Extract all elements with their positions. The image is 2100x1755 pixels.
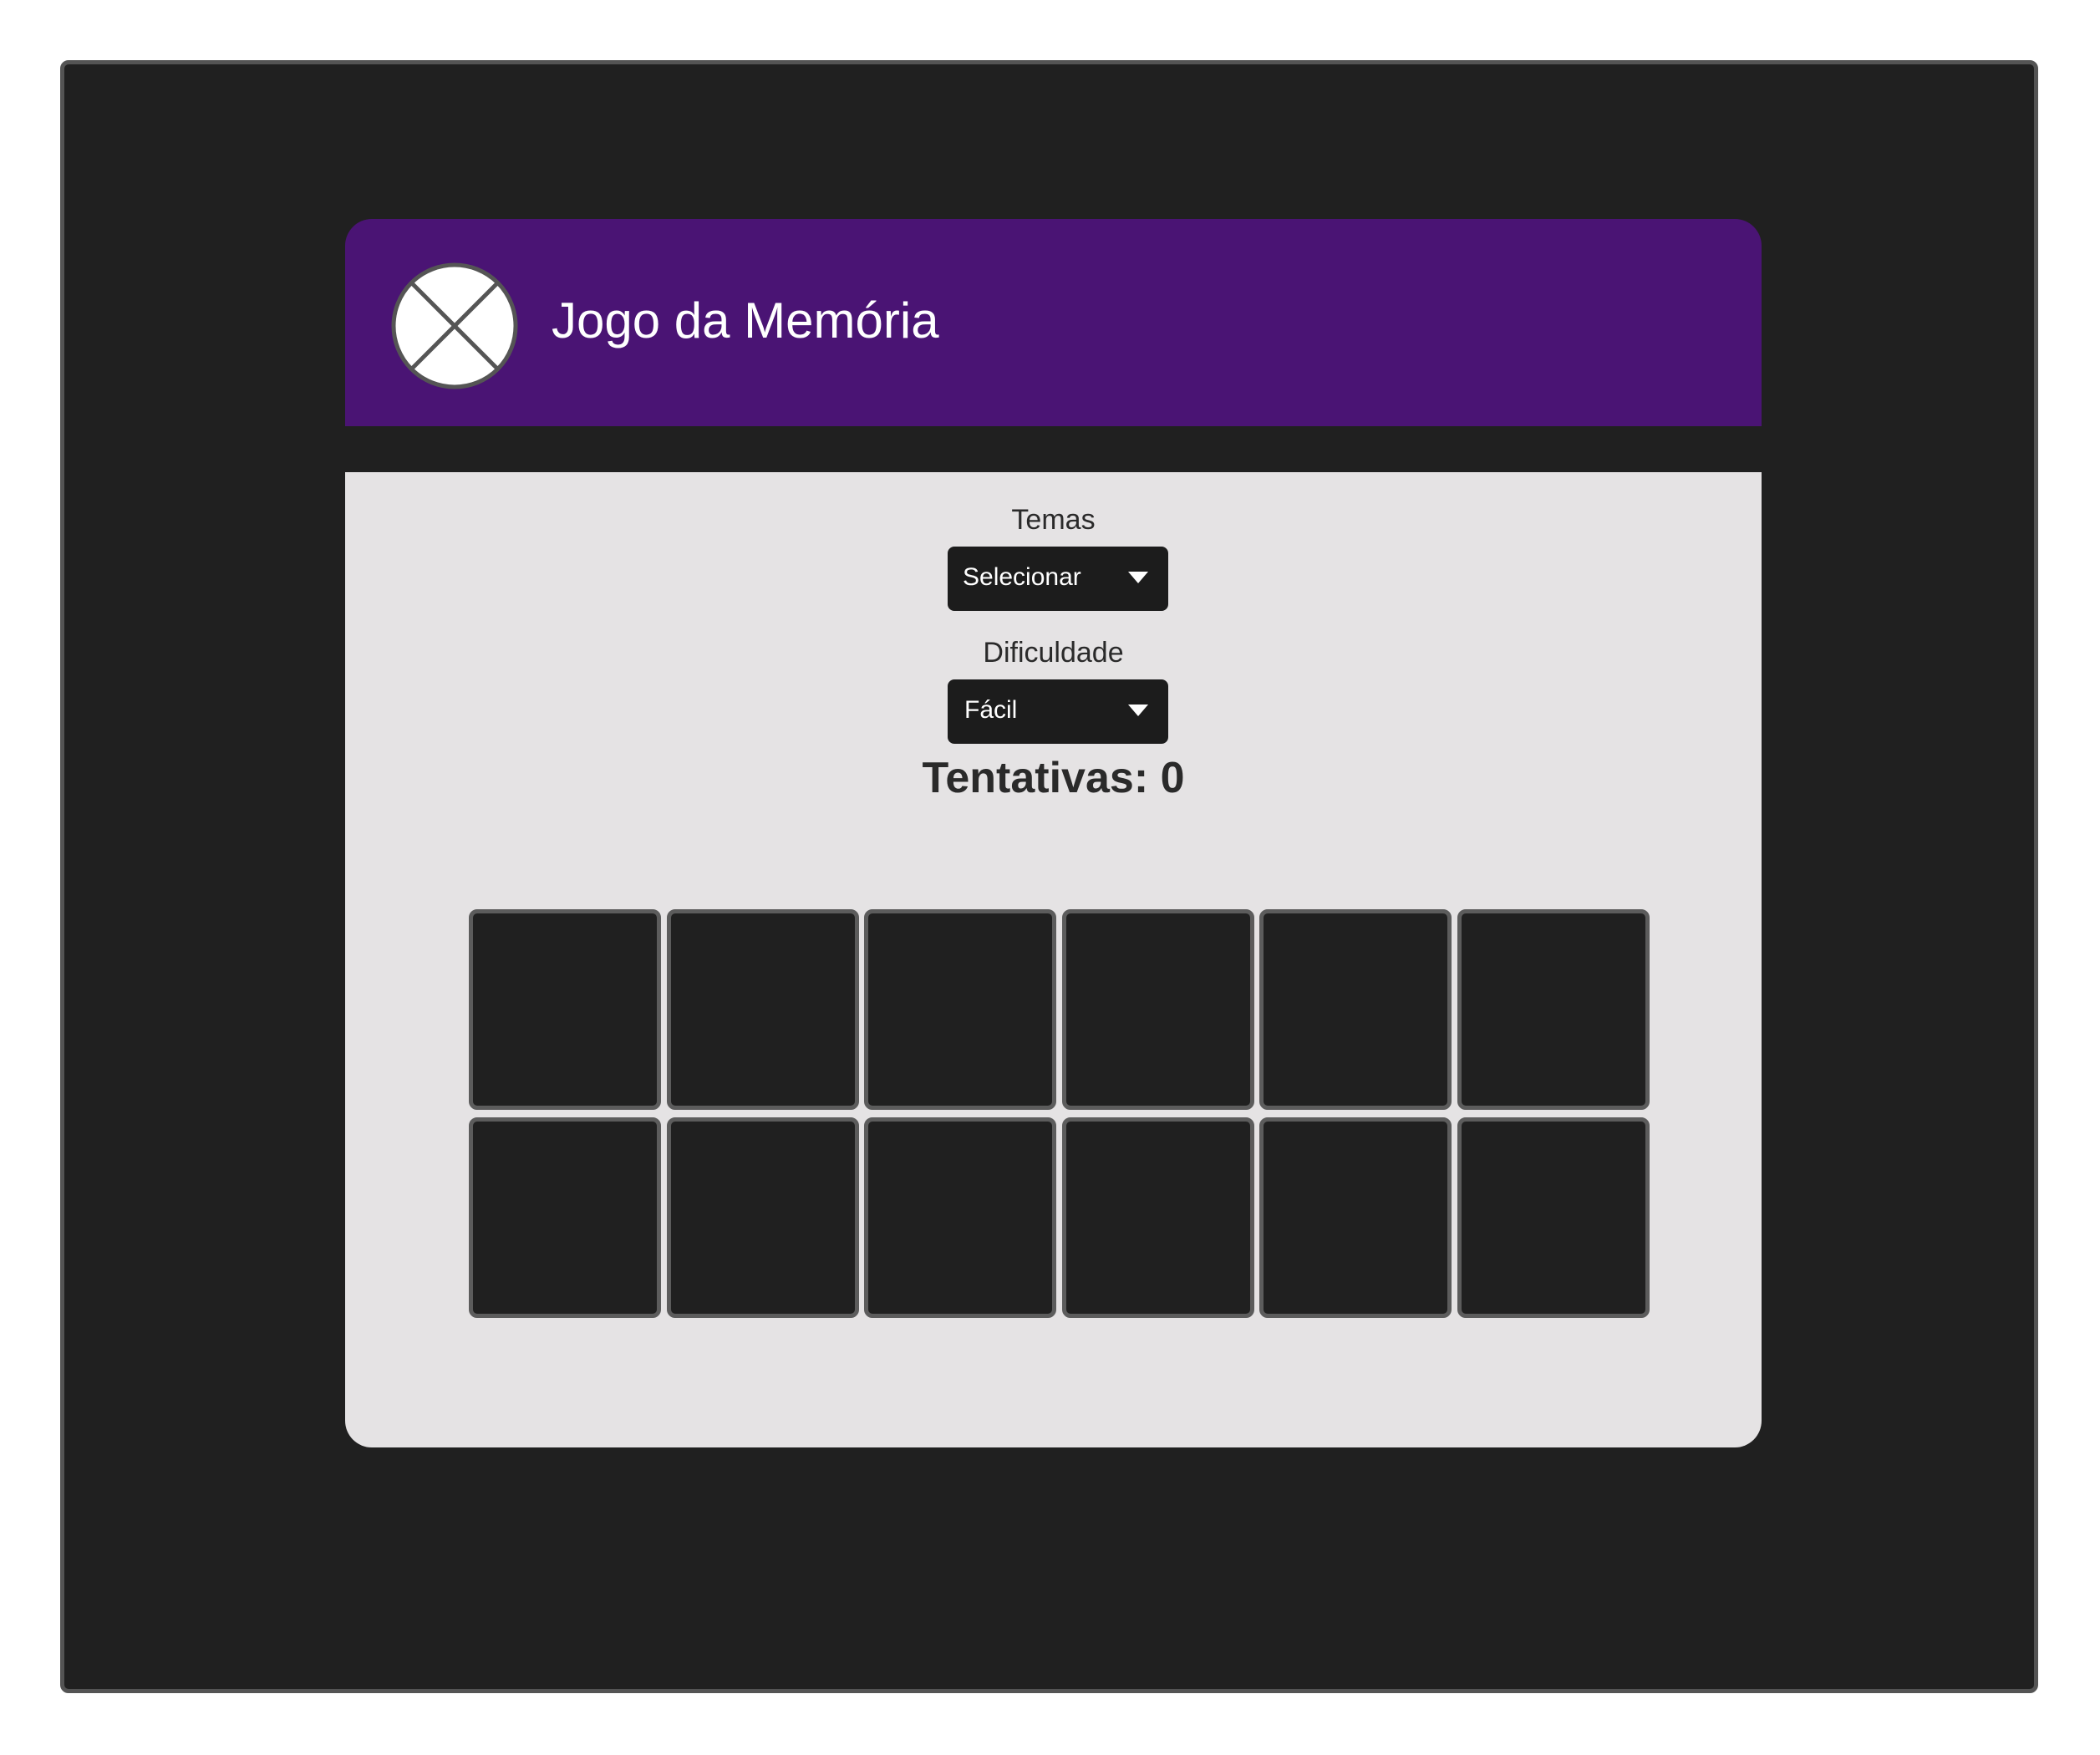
memory-card[interactable]: [667, 909, 859, 1110]
memory-card[interactable]: [864, 1117, 1056, 1318]
memory-card[interactable]: [1259, 909, 1452, 1110]
memory-card[interactable]: [864, 909, 1056, 1110]
header: Jogo da Memória: [345, 219, 1762, 426]
difficulty-label: Dificuldade: [983, 637, 1124, 669]
card-grid: [469, 909, 1651, 1319]
memory-card[interactable]: [1457, 1117, 1650, 1318]
attempts-label: Tentativas:: [922, 754, 1149, 802]
chevron-down-icon: [1128, 705, 1148, 716]
theme-select[interactable]: Selecionar: [948, 547, 1168, 611]
memory-card[interactable]: [667, 1117, 859, 1318]
chevron-down-icon: [1128, 572, 1148, 583]
app-title: Jogo da Memória: [552, 292, 939, 348]
difficulty-select-value: Fácil: [964, 696, 1018, 724]
difficulty-select[interactable]: Fácil: [948, 679, 1168, 744]
game-panel: Temas Selecionar Dificuldade Fácil Tenta…: [345, 472, 1762, 1447]
attempts-value: 0: [1160, 754, 1185, 802]
attempts-counter: Tentativas: 0: [345, 756, 1762, 800]
memory-card[interactable]: [469, 1117, 661, 1318]
memory-card[interactable]: [1457, 909, 1650, 1110]
memory-card[interactable]: [1062, 909, 1254, 1110]
memory-card[interactable]: [1062, 1117, 1254, 1318]
x-circle-icon: [391, 262, 518, 389]
memory-card[interactable]: [1259, 1117, 1452, 1318]
theme-label: Temas: [1011, 504, 1096, 536]
memory-card[interactable]: [469, 909, 661, 1110]
theme-select-value: Selecionar: [963, 563, 1081, 591]
